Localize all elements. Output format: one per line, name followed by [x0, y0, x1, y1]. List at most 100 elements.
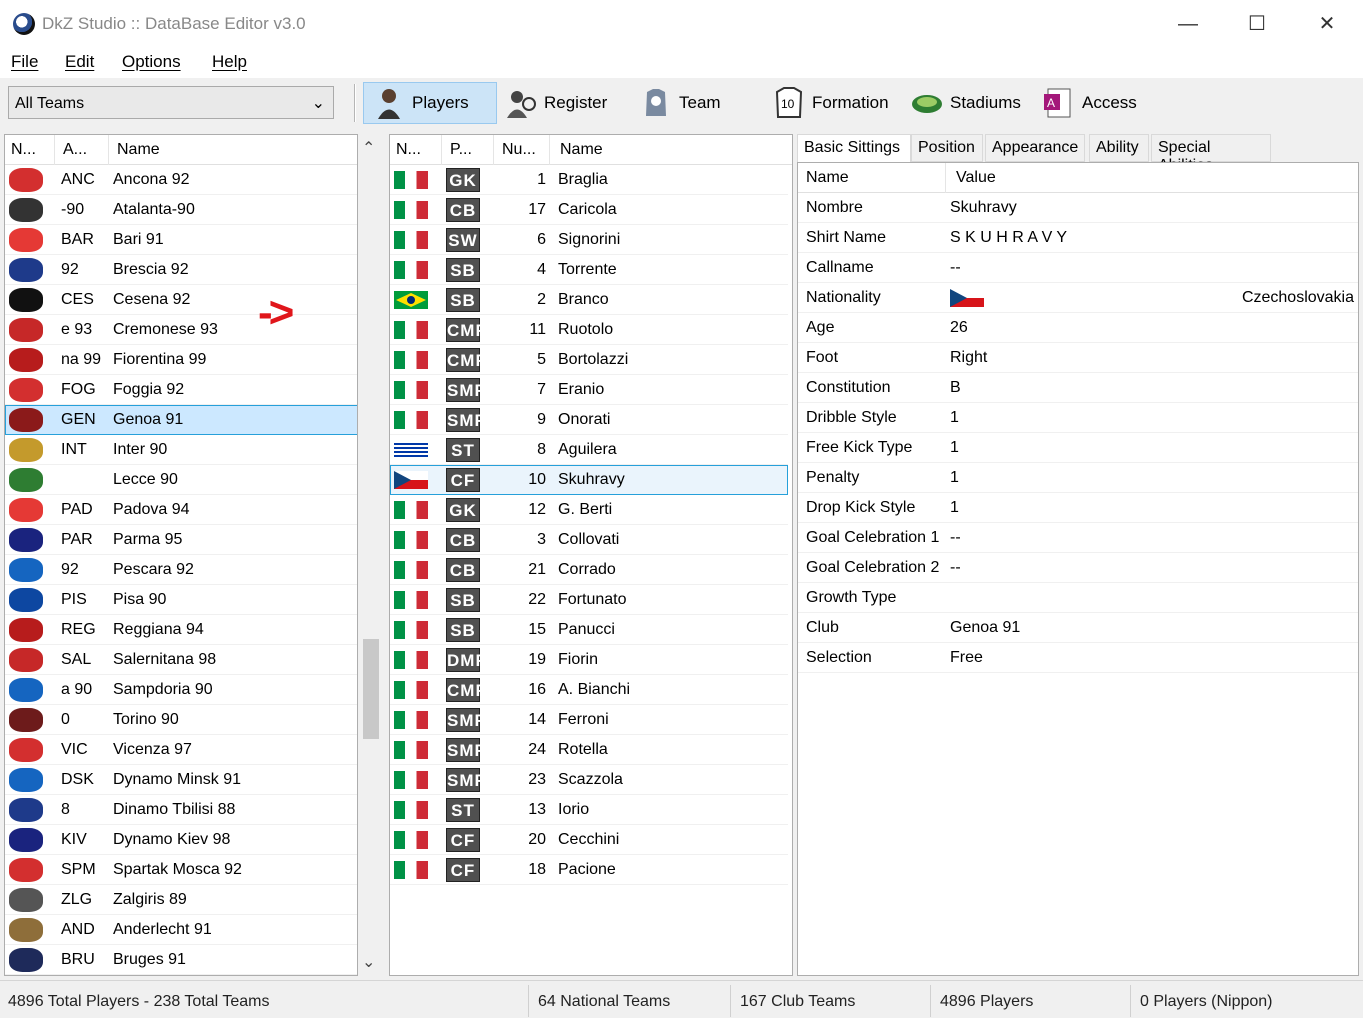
player-row[interactable]: SMF 7 Eranio [390, 375, 788, 405]
team-row[interactable]: FOG Foggia 92 [5, 375, 357, 405]
player-row[interactable]: SMF 14 Ferroni [390, 705, 788, 735]
team-row[interactable]: VIC Vicenza 97 [5, 735, 357, 765]
player-row[interactable]: SB 22 Fortunato [390, 585, 788, 615]
player-row[interactable]: CMF 11 Ruotolo [390, 315, 788, 345]
menu-help[interactable]: Help [212, 52, 247, 72]
player-row[interactable]: CB 3 Collovati [390, 525, 788, 555]
team-row[interactable]: BAR Bari 91 [5, 225, 357, 255]
team-row[interactable]: PAD Padova 94 [5, 495, 357, 525]
property-row[interactable]: Penalty 1 [798, 463, 1358, 493]
player-row[interactable]: GK 1 Braglia [390, 165, 788, 195]
property-row[interactable]: Free Kick Type 1 [798, 433, 1358, 463]
team-row[interactable]: BRU Bruges 91 [5, 945, 357, 975]
tab-special-abilities[interactable]: Special Abilities [1151, 134, 1271, 174]
player-row[interactable]: SB 4 Torrente [390, 255, 788, 285]
player-row[interactable]: SMF 23 Scazzola [390, 765, 788, 795]
team-row[interactable]: -90 Atalanta-90 [5, 195, 357, 225]
team-row[interactable]: a 90 Sampdoria 90 [5, 675, 357, 705]
minimize-button[interactable]: — [1173, 10, 1203, 40]
team-row[interactable]: 0 Torino 90 [5, 705, 357, 735]
team-row[interactable]: GEN Genoa 91 [5, 405, 357, 435]
player-row[interactable]: ST 13 Iorio [390, 795, 788, 825]
register-button[interactable]: Register [504, 82, 607, 124]
property-row[interactable]: Nombre Skuhravy [798, 193, 1358, 223]
player-row[interactable]: CF 10 Skuhravy [390, 465, 788, 495]
team-row[interactable]: AND Anderlecht 91 [5, 915, 357, 945]
stadiums-button[interactable]: Stadiums [910, 82, 1021, 124]
teams-scrollbar[interactable]: ⌃ ⌄ [358, 134, 384, 976]
property-row[interactable]: Callname -- [798, 253, 1358, 283]
team-row[interactable]: PIS Pisa 90 [5, 585, 357, 615]
team-row[interactable]: PAR Parma 95 [5, 525, 357, 555]
team-row[interactable]: DSK Dynamo Minsk 91 [5, 765, 357, 795]
team-row[interactable]: REG Reggiana 94 [5, 615, 357, 645]
team-row[interactable]: Lecce 90 [5, 465, 357, 495]
team-button[interactable]: Team [639, 82, 721, 124]
team-row[interactable]: 8 Dinamo Tbilisi 88 [5, 795, 357, 825]
team-row[interactable]: ZLG Zalgiris 89 [5, 885, 357, 915]
close-button[interactable]: ✕ [1312, 10, 1342, 40]
access-label: Access [1082, 93, 1137, 112]
col-number[interactable]: Nu... [496, 135, 550, 165]
player-row[interactable]: ST 8 Aguilera [390, 435, 788, 465]
tab-position[interactable]: Position [911, 134, 983, 162]
team-row[interactable]: SAL Salernitana 98 [5, 645, 357, 675]
menu-file[interactable]: File [11, 52, 38, 72]
player-row[interactable]: CMF 16 A. Bianchi [390, 675, 788, 705]
team-row[interactable]: na 99 Fiorentina 99 [5, 345, 357, 375]
access-button[interactable]: A Access [1042, 82, 1137, 124]
col-position[interactable]: P... [444, 135, 494, 165]
player-row[interactable]: CMF 5 Bortolazzi [390, 345, 788, 375]
property-row[interactable]: Selection Free [798, 643, 1358, 673]
team-row[interactable]: 92 Pescara 92 [5, 555, 357, 585]
team-row[interactable]: SPM Spartak Mosca 92 [5, 855, 357, 885]
player-row[interactable]: SW 6 Signorini [390, 225, 788, 255]
property-row[interactable]: Growth Type [798, 583, 1358, 613]
property-row[interactable]: Age 26 [798, 313, 1358, 343]
property-row[interactable]: Nationality Czechoslovakia [798, 283, 1358, 313]
col-property[interactable]: Name [798, 163, 946, 193]
player-row[interactable]: CF 18 Pacione [390, 855, 788, 885]
player-row[interactable]: CB 17 Caricola [390, 195, 788, 225]
player-row[interactable]: CB 21 Corrado [390, 555, 788, 585]
property-row[interactable]: Goal Celebration 1 -- [798, 523, 1358, 553]
col-player-name[interactable]: Name [554, 135, 792, 165]
player-row[interactable]: SB 15 Panucci [390, 615, 788, 645]
team-row[interactable]: 92 Brescia 92 [5, 255, 357, 285]
col-player-nation[interactable]: N... [390, 135, 442, 165]
player-row[interactable]: SB 2 Branco [390, 285, 788, 315]
tab-basic-sittings[interactable]: Basic Sittings [797, 134, 911, 164]
team-row[interactable]: ANC Ancona 92 [5, 165, 357, 195]
col-nation[interactable]: N... [5, 135, 55, 165]
scroll-up-icon[interactable]: ⌃ [362, 138, 375, 158]
player-row[interactable]: SMF 24 Rotella [390, 735, 788, 765]
property-row[interactable]: Drop Kick Style 1 [798, 493, 1358, 523]
player-row[interactable]: DMF 19 Fiorin [390, 645, 788, 675]
col-team-name[interactable]: Name [111, 135, 357, 165]
player-row[interactable]: CF 20 Cecchini [390, 825, 788, 855]
scroll-down-icon[interactable]: ⌄ [362, 952, 375, 972]
players-button[interactable]: Players [363, 82, 497, 124]
property-row[interactable]: Shirt Name S K U H R A V Y [798, 223, 1358, 253]
team-row[interactable]: INT Inter 90 [5, 435, 357, 465]
property-row[interactable]: Dribble Style 1 [798, 403, 1358, 433]
property-row[interactable]: Club Genoa 91 [798, 613, 1358, 643]
team-row[interactable]: CES Cesena 92 [5, 285, 357, 315]
property-row[interactable]: Constitution B [798, 373, 1358, 403]
menu-options[interactable]: Options [122, 52, 181, 72]
tab-appearance[interactable]: Appearance [985, 134, 1085, 162]
formation-button[interactable]: 10 Formation [772, 82, 889, 124]
maximize-button[interactable]: ☐ [1242, 10, 1272, 40]
col-abbr[interactable]: A... [57, 135, 109, 165]
team-filter-dropdown[interactable]: All Teams ⌄ [8, 86, 334, 119]
player-row[interactable]: SMF 9 Onorati [390, 405, 788, 435]
menu-edit[interactable]: Edit [65, 52, 94, 72]
col-value[interactable]: Value [948, 163, 1358, 193]
team-row[interactable]: KIV Dynamo Kiev 98 [5, 825, 357, 855]
property-row[interactable]: Goal Celebration 2 -- [798, 553, 1358, 583]
scroll-thumb[interactable] [363, 639, 379, 739]
property-row[interactable]: Foot Right [798, 343, 1358, 373]
team-row[interactable]: e 93 Cremonese 93 [5, 315, 357, 345]
tab-ability[interactable]: Ability [1089, 134, 1149, 162]
player-row[interactable]: GK 12 G. Berti [390, 495, 788, 525]
